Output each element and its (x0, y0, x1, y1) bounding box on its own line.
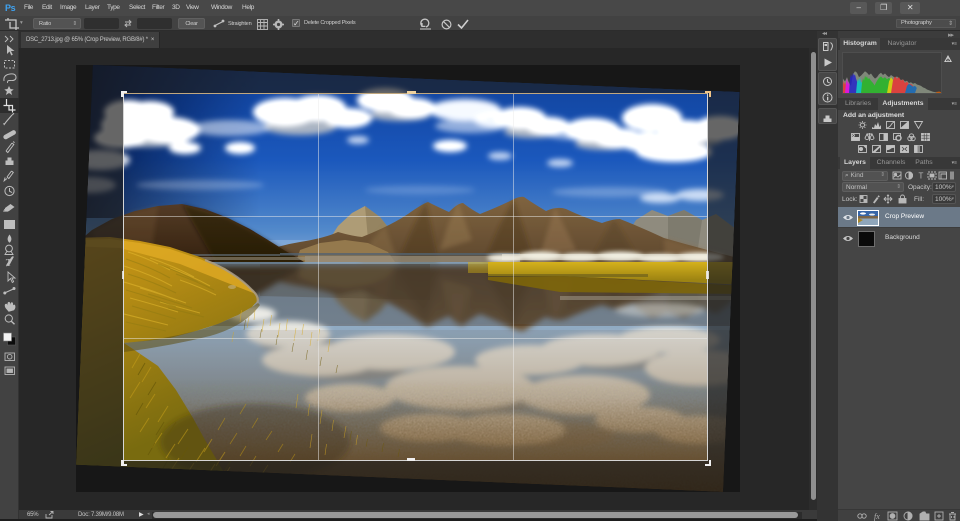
svg-text:fx: fx (874, 512, 880, 521)
svg-text:T: T (6, 258, 12, 269)
svg-text:T: T (919, 172, 924, 181)
